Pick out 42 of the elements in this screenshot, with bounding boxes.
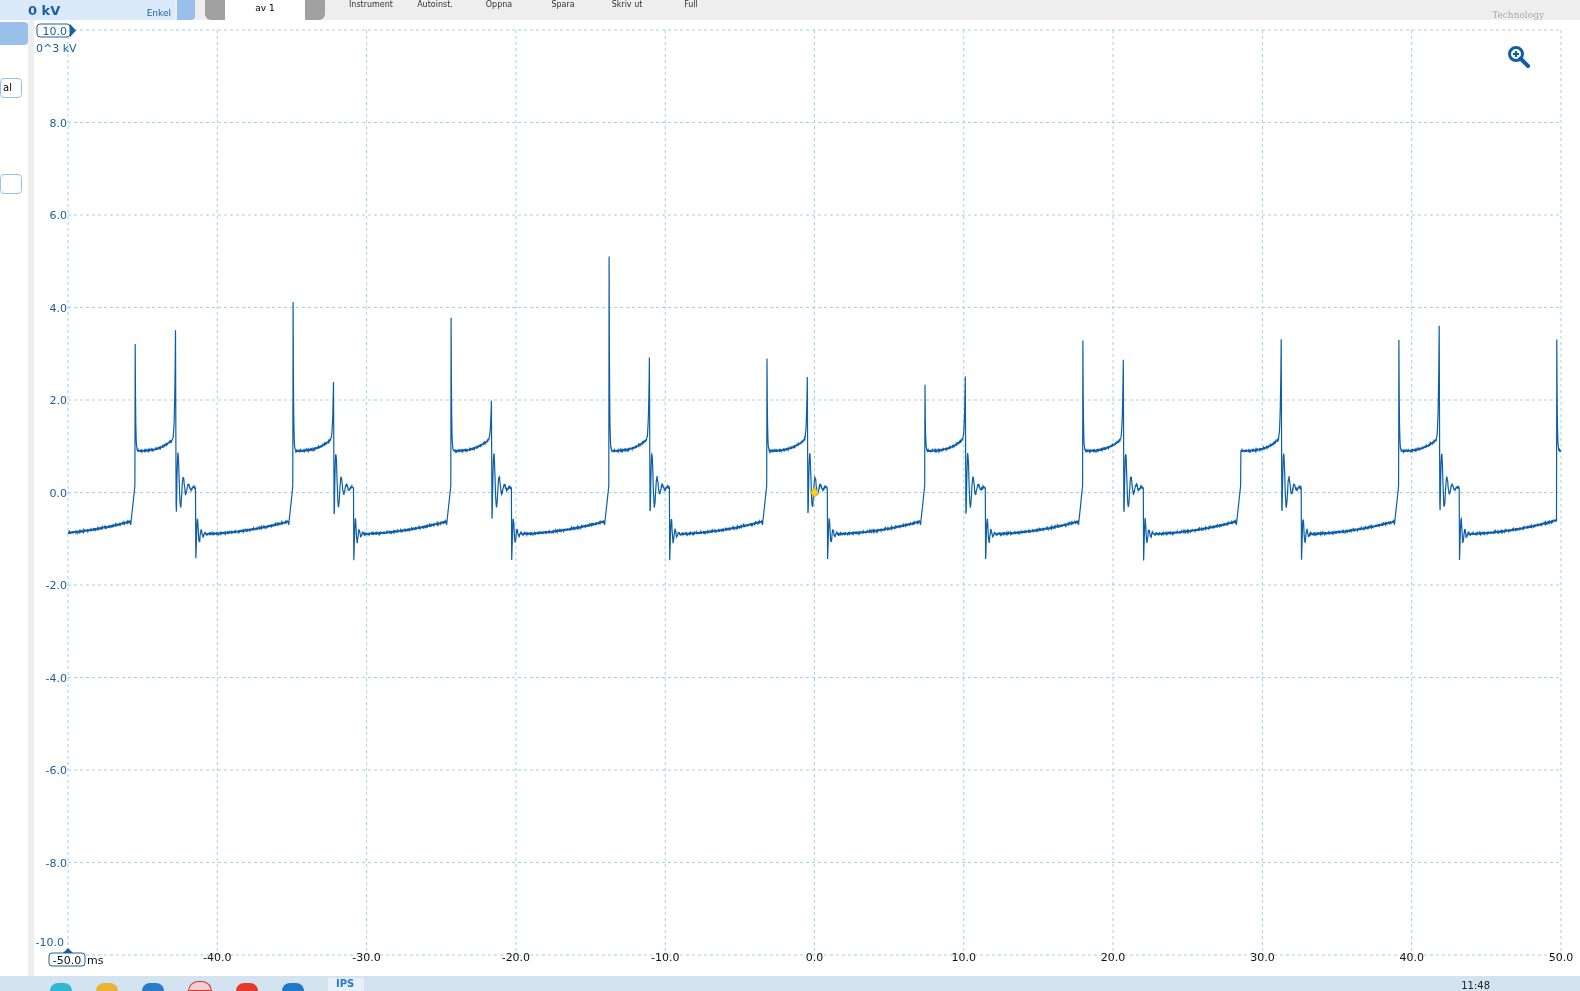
y-tick-label: -6.0 xyxy=(45,764,67,777)
x-tick-label: -10.0 xyxy=(650,951,680,964)
x-tick-label: 40.0 xyxy=(1399,951,1424,964)
trigger-marker[interactable] xyxy=(810,487,819,498)
x-unit-label: ms xyxy=(87,954,104,967)
x-tick-label: 0.0 xyxy=(805,951,824,964)
x-tick-label: -20.0 xyxy=(501,951,531,964)
mode-toggle[interactable] xyxy=(177,0,195,20)
y-tick-label: -4.0 xyxy=(45,671,67,685)
clock-time: 11:48 xyxy=(1461,981,1490,991)
x-tick-label: -30.0 xyxy=(352,951,381,964)
toolbar-button[interactable]: Full xyxy=(659,0,723,10)
toolbar-button[interactable]: Skriv ut xyxy=(595,0,659,10)
page-label: av 1 xyxy=(225,0,305,20)
logo-text: Technology xyxy=(1492,10,1544,20)
channel-value: 0 kV xyxy=(28,2,61,18)
side-field[interactable]: al xyxy=(0,78,22,98)
toolbar-button[interactable]: Öppna xyxy=(467,0,531,10)
x-tick-label: 10.0 xyxy=(951,951,977,964)
y-tick-label: 2.0 xyxy=(49,394,67,407)
toolbar-button[interactable]: Spara xyxy=(531,0,595,10)
y-tick-label: 4.0 xyxy=(49,301,67,315)
y-unit-label: 0^3 kV xyxy=(36,42,77,55)
side-tab[interactable] xyxy=(0,22,28,45)
mode-label: Enkel xyxy=(146,8,171,20)
next-page-button[interactable] xyxy=(305,0,325,20)
taskbar-app-button[interactable]: IPS xyxy=(328,978,364,991)
previous-page-button[interactable] xyxy=(205,0,225,20)
x-tick-label: 30.0 xyxy=(1250,951,1275,964)
toolbar-button[interactable]: Autoinst. xyxy=(403,0,467,10)
x-tick-label: -40.0 xyxy=(203,951,232,964)
y-tick-label: 0.0 xyxy=(49,486,67,500)
zoom-icon[interactable] xyxy=(1508,46,1530,68)
toolbar-button[interactable]: Instrument xyxy=(339,0,403,10)
y-tick-label: 6.0 xyxy=(49,209,67,222)
y-min-label: -10.0 xyxy=(35,936,64,949)
y-tick-label: -2.0 xyxy=(45,579,67,592)
x-tick-label: 50.0 xyxy=(1548,951,1574,964)
x-tick-label: 20.0 xyxy=(1100,951,1126,964)
y-tick-label: -8.0 xyxy=(45,856,67,870)
side-field[interactable] xyxy=(0,174,22,194)
y-tick-label: 8.0 xyxy=(49,116,67,130)
